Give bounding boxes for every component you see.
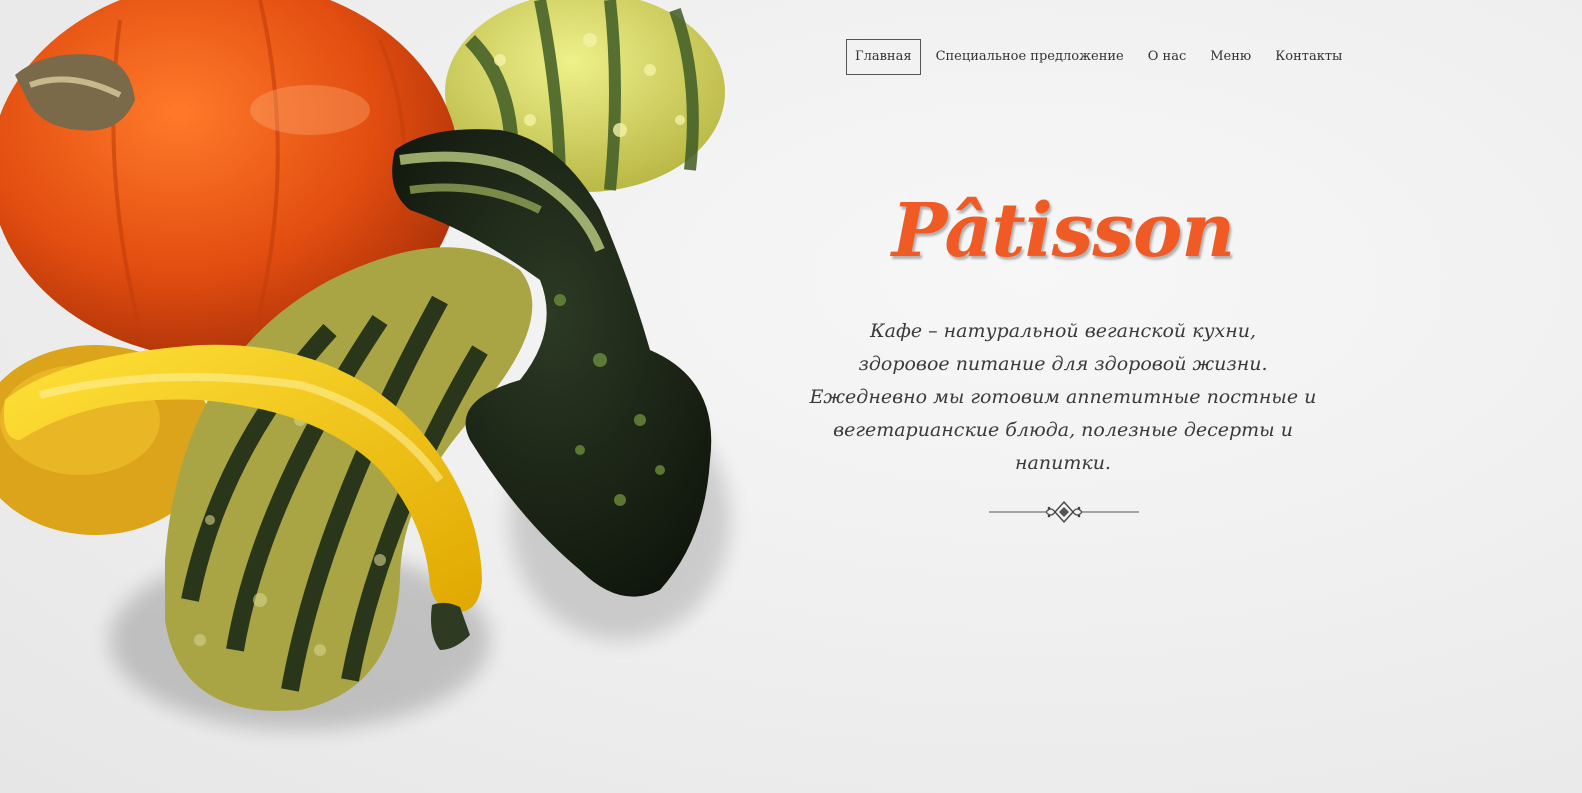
description-line: вегетарианские блюда, полезные десерты и [833,419,1293,441]
description-line: напитки. [1015,452,1111,474]
nav-item-home[interactable]: Главная [846,39,921,75]
ornament-divider-icon [989,499,1139,525]
description-line: Ежедневно мы готовим аппетитные постные … [809,386,1317,408]
main-navigation: Главная Специальное предложение О нас Ме… [846,39,1351,75]
nav-item-special-offer[interactable]: Специальное предложение [927,39,1133,75]
nav-item-contacts[interactable]: Контакты [1266,39,1351,75]
nav-item-about[interactable]: О нас [1139,39,1196,75]
nav-item-menu[interactable]: Меню [1201,39,1260,75]
description-line: здоровое питание для здоровой жизни. [858,353,1268,375]
description-line: Кафе – натуральной веганской кухни, [869,320,1257,342]
hero-squash-image [0,0,760,793]
hero-description: Кафе – натуральной веганской кухни, здор… [800,315,1326,480]
brand-title: Pâtisson [891,188,1235,274]
